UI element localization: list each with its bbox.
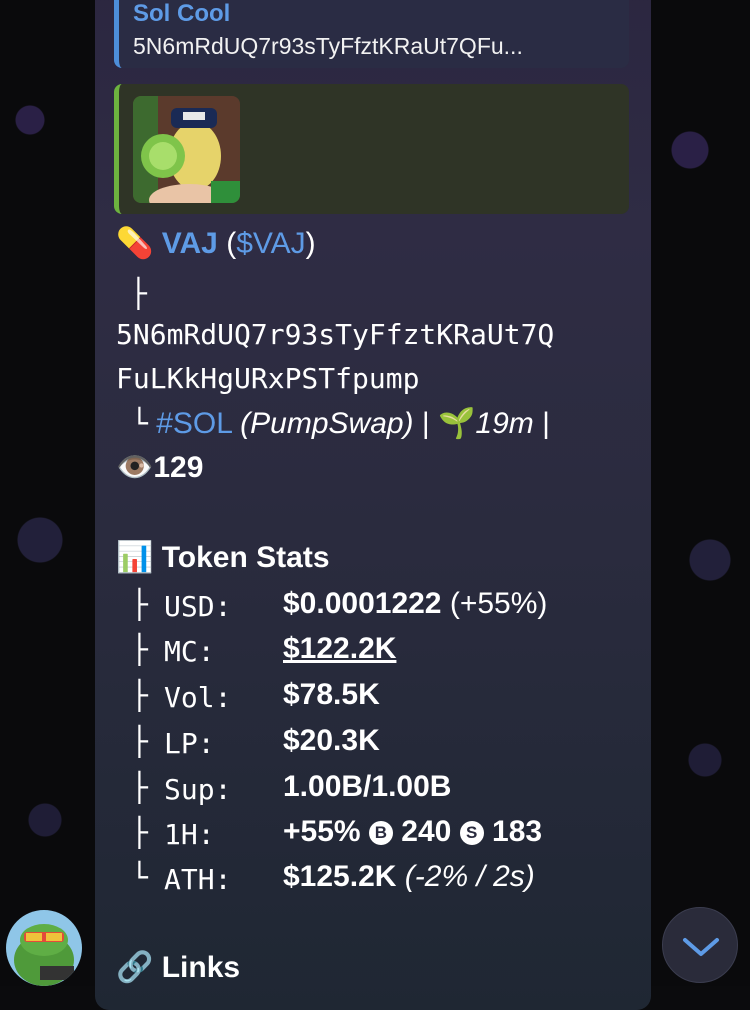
tree-branch: ├: [131, 588, 148, 621]
link-icon: 🔗: [116, 951, 154, 984]
ath-change: (-2% / 2s): [404, 860, 535, 893]
stat-key-usd: USD:: [164, 590, 232, 623]
stat-value-lp: $20.3K: [283, 724, 380, 757]
paren-open: (: [226, 227, 237, 260]
sell-icon: S: [459, 821, 484, 845]
tree-branch: └: [131, 407, 148, 440]
tree-branch: ├: [131, 633, 148, 666]
stat-key-mc: MC:: [164, 635, 215, 668]
stat-key-vol: Vol:: [164, 681, 232, 714]
1h-change: +55%: [283, 815, 361, 848]
stat-value-1h: +55% B 240 S 183: [283, 815, 542, 849]
stat-value-vol: $78.5K: [283, 678, 380, 711]
contract-address-line2[interactable]: FuLKkHgURxPSTfpump: [116, 362, 419, 395]
stats-title: Token Stats: [161, 541, 330, 574]
seedling-icon: 🌱: [438, 407, 476, 440]
ath-value: $125.2K: [283, 860, 397, 893]
token-stats-heading: 📊 Token Stats: [116, 540, 330, 575]
chevron-down-icon: [683, 938, 719, 956]
separator: |: [542, 407, 550, 440]
buy-count: 240: [401, 815, 452, 848]
eye-icon: 👁️: [116, 451, 154, 484]
chain-line: └ #SOL (PumpSwap) | 🌱19m |: [131, 406, 550, 441]
view-count: 129: [153, 451, 204, 484]
token-ticker-link[interactable]: $VAJ: [236, 227, 305, 260]
stat-value-supply: 1.00B/1.00B: [283, 770, 452, 803]
pill-icon: 💊: [116, 227, 154, 260]
token-name-link[interactable]: VAJ: [162, 227, 218, 260]
stat-key-lp: LP:: [164, 727, 215, 760]
token-header: 💊 VAJ ($VAJ): [116, 226, 316, 261]
token-image[interactable]: [133, 96, 240, 203]
paren-close: ): [305, 227, 316, 260]
tree-branch: ├: [131, 725, 148, 758]
tree-branch: ├: [131, 771, 148, 804]
stat-key-ath: ATH:: [164, 863, 232, 896]
stat-value-ath: $125.2K (-2% / 2s): [283, 860, 535, 894]
media-preview[interactable]: [114, 84, 629, 214]
contract-address-line1[interactable]: 5N6mRdUQ7r93sTyFfztKRaUt7Q: [116, 318, 554, 351]
stat-value-usd: $0.0001222 (+55%): [283, 587, 547, 621]
token-age: 19m: [475, 407, 534, 440]
tree-branch: └: [131, 861, 148, 894]
sell-count: 183: [492, 815, 543, 848]
scroll-down-button[interactable]: [662, 907, 738, 983]
market-cap-link[interactable]: $122.2K: [283, 632, 396, 666]
usd-change: (+55%): [449, 587, 548, 620]
links-heading: 🔗 Links: [116, 950, 240, 985]
tree-branch: ├: [130, 277, 147, 310]
buy-icon: B: [368, 821, 393, 845]
bar-chart-icon: 📊: [116, 541, 154, 574]
links-title: Links: [161, 951, 241, 984]
reply-quote[interactable]: Sol Cool 5N6mRdUQ7r93sTyFfztKRaUt7QFu...: [114, 0, 629, 68]
stat-key-sup: Sup:: [164, 773, 232, 806]
separator: |: [421, 407, 430, 440]
stat-key-1h: 1H:: [164, 818, 215, 851]
tree-branch: ├: [131, 679, 148, 712]
usd-price: $0.0001222: [283, 587, 442, 620]
sender-avatar[interactable]: [6, 910, 82, 986]
reply-sender-name: Sol Cool: [133, 0, 231, 27]
dex-name: (PumpSwap): [240, 407, 414, 440]
views-line: 👁️129: [116, 450, 203, 485]
chain-hashtag-link[interactable]: #SOL: [156, 407, 232, 440]
tree-branch: ├: [131, 816, 148, 849]
reply-text: 5N6mRdUQ7r93sTyFfztKRaUt7QFu...: [133, 33, 523, 59]
